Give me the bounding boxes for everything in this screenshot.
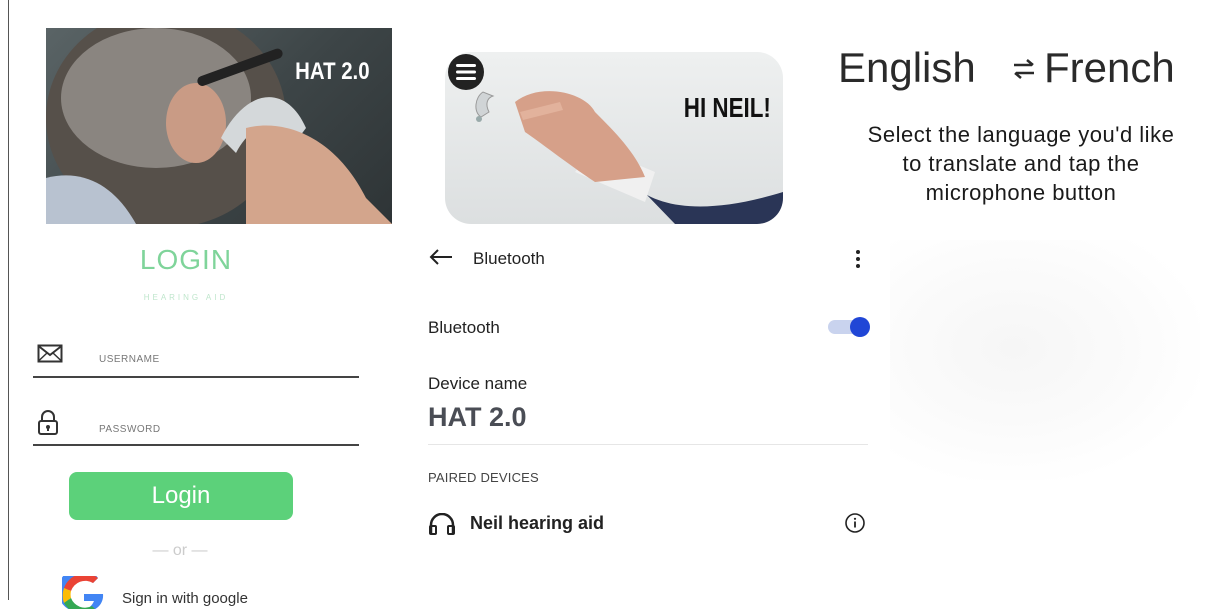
login-button[interactable]: Login [69, 472, 293, 520]
language-selector: English French [838, 44, 1208, 96]
hat-banner-text: HAT 2.0 [295, 58, 370, 85]
or-divider: — or — [152, 542, 208, 559]
menu-icon[interactable] [446, 52, 486, 92]
device-name-value[interactable]: HAT 2.0 [428, 402, 527, 433]
google-icon[interactable] [57, 568, 106, 609]
source-language[interactable]: English [838, 44, 976, 92]
bluetooth-header-title: Bluetooth [473, 249, 545, 268]
mail-icon [37, 344, 63, 368]
hi-neil-photo: HI NEIL! [445, 52, 783, 224]
password-label: PASSWORD [99, 424, 161, 435]
bluetooth-header: Bluetooth [428, 248, 868, 270]
translate-instructions: Select the language you'd like to transl… [867, 122, 1175, 205]
target-language[interactable]: French [1044, 44, 1175, 92]
info-icon[interactable] [844, 512, 866, 534]
paired-device-name: Neil hearing aid [470, 513, 605, 533]
swap-icon[interactable] [1012, 58, 1036, 80]
back-arrow-icon[interactable] [428, 246, 454, 274]
password-field[interactable]: PASSWORD [33, 410, 359, 446]
headphones-icon [428, 512, 456, 535]
lock-icon [37, 410, 63, 435]
section-divider [428, 444, 868, 445]
hi-neil-banner-text: HI NEIL! [683, 92, 771, 123]
paired-device-row[interactable]: Neil hearing aid [428, 511, 868, 537]
toggle-knob [850, 317, 870, 337]
bluetooth-toggle[interactable] [828, 317, 872, 337]
login-title: LOGIN [139, 244, 233, 275]
paired-devices-label: PAIRED DEVICES [428, 470, 539, 485]
hearing-aid-photo: HAT 2.0 [46, 28, 392, 224]
hi-neil-photo-art [475, 91, 783, 224]
bluetooth-toggle-label: Bluetooth [428, 318, 500, 337]
login-subtitle: HEARING AID [143, 293, 229, 302]
left-border [8, 0, 9, 600]
microphone-area [890, 240, 1200, 480]
username-field[interactable]: USERNAME [33, 342, 359, 378]
device-name-label: Device name [428, 374, 528, 393]
username-label: USERNAME [99, 354, 160, 365]
more-vert-icon[interactable] [852, 248, 864, 270]
google-signin-label[interactable]: Sign in with google [122, 590, 248, 607]
